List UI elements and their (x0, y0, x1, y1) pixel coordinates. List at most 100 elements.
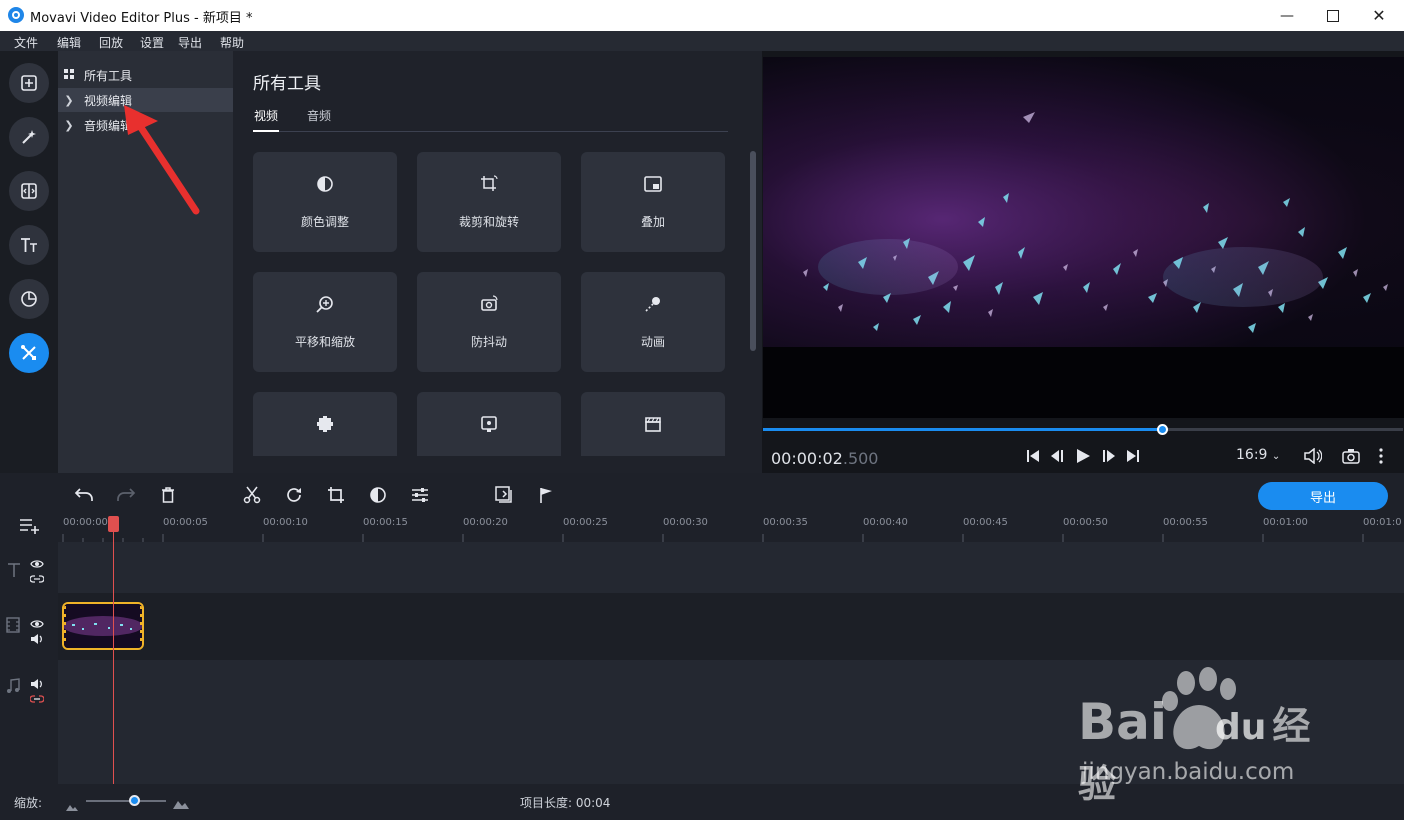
title-bar: Movavi Video Editor Plus - 新项目 * — ✕ (0, 0, 1404, 31)
play-button[interactable] (1073, 446, 1093, 466)
step-back-icon (1051, 450, 1063, 462)
menu-bar: 文件 编辑 回放 设置 导出 帮助 (0, 31, 1404, 51)
tool-tile-label: 裁剪和旋转 (458, 215, 519, 229)
color-icon (370, 487, 386, 503)
titles-button[interactable] (9, 225, 49, 265)
crop-button[interactable] (325, 484, 347, 506)
zoom-in-icon (173, 801, 189, 809)
export-button[interactable]: 导出 (1258, 482, 1388, 510)
tool-tile-clapper[interactable] (581, 392, 725, 456)
play-icon (1077, 449, 1090, 463)
rotate-button[interactable] (283, 484, 305, 506)
clip-thumbnail (64, 604, 142, 648)
add-track-button[interactable] (19, 518, 41, 538)
tool-tile-label: 平移和缩放 (294, 335, 355, 349)
video-track-icon (6, 617, 20, 637)
video-track-mute-toggle[interactable] (30, 629, 44, 648)
watermark-brand: Bai du 经验 (1078, 693, 1348, 809)
overlay-icon (644, 176, 662, 192)
video-clip[interactable] (62, 602, 144, 650)
speaker-icon (31, 634, 42, 644)
color-adjust-icon (317, 176, 333, 192)
menu-settings[interactable]: 设置 (140, 34, 164, 51)
tree-item-label: 所有工具 (84, 68, 133, 83)
tool-tile-label: 颜色调整 (300, 215, 349, 229)
prev-frame-button[interactable] (1047, 446, 1067, 466)
next-frame-button[interactable] (1099, 446, 1119, 466)
redo-button[interactable] (115, 484, 137, 506)
more-options-button[interactable] (1371, 446, 1391, 466)
maximize-button[interactable] (1310, 0, 1356, 31)
aspect-ratio-select[interactable]: 16:9 ⌄ (1236, 447, 1280, 463)
title-track-icon (7, 562, 21, 582)
transitions-button[interactable] (9, 171, 49, 211)
zoom-out-button[interactable] (66, 796, 78, 815)
titles-icon (21, 238, 37, 252)
menu-export[interactable]: 导出 (178, 34, 202, 51)
delete-button[interactable] (157, 484, 179, 506)
volume-button[interactable] (1303, 446, 1323, 466)
tool-tiles-grid: 颜色调整 裁剪和旋转 叠加 平移和缩放 防抖动 动画 (233, 151, 748, 456)
undo-button[interactable] (73, 484, 95, 506)
tool-tile-blur[interactable] (253, 392, 397, 456)
marker-button[interactable] (535, 484, 557, 506)
seek-handle[interactable] (1156, 424, 1168, 435)
audio-track-link-toggle[interactable] (29, 689, 45, 708)
menu-help[interactable]: 帮助 (220, 34, 244, 51)
watermark-du-text: du (1215, 707, 1267, 748)
tool-tile-stabilize[interactable]: 防抖动 (417, 272, 561, 372)
tool-tile-animation[interactable]: 动画 (581, 272, 725, 372)
timeline-ruler[interactable]: 00:00:00 00:00:05 00:00:10 00:00:15 00:0… (58, 514, 1404, 542)
tools-button[interactable] (9, 333, 49, 373)
tab-video[interactable]: 视频 (254, 107, 278, 124)
tool-tile-pan-zoom[interactable]: 平移和缩放 (253, 272, 397, 372)
timecode-ms: .500 (842, 449, 879, 468)
minimize-button[interactable]: — (1264, 0, 1310, 31)
menu-playback[interactable]: 回放 (99, 34, 123, 51)
tab-audio[interactable]: 音频 (307, 107, 331, 124)
tools-scrollbar[interactable] (750, 151, 756, 351)
project-length: 项目长度: 00:04 (520, 796, 611, 810)
skip-end-icon (1127, 450, 1139, 462)
import-button[interactable] (9, 63, 49, 103)
tool-tile-overlay[interactable]: 叠加 (581, 152, 725, 252)
add-track-icon (20, 519, 39, 534)
chevron-right-icon: ❯ (64, 118, 74, 132)
zoom-slider-handle[interactable] (129, 795, 140, 806)
animation-icon (645, 297, 660, 312)
clip-properties-button[interactable] (409, 484, 431, 506)
tab-divider (253, 131, 728, 132)
maximize-icon (1327, 9, 1339, 22)
title-track-link-toggle[interactable] (29, 569, 45, 588)
blur-icon (317, 416, 333, 432)
menu-file[interactable]: 文件 (14, 34, 38, 51)
annotation-arrow-icon (124, 105, 200, 215)
filters-button[interactable] (9, 117, 49, 157)
go-to-start-button[interactable] (1023, 446, 1043, 466)
menu-edit[interactable]: 编辑 (57, 34, 81, 51)
zoom-in-button[interactable] (173, 794, 189, 813)
undo-icon (74, 488, 93, 501)
zoom-label: 缩放: (14, 796, 43, 810)
video-track[interactable] (58, 593, 1404, 660)
playhead-handle[interactable] (108, 516, 119, 532)
tool-tile-crop-rotate[interactable]: 裁剪和旋转 (417, 152, 561, 252)
timecode-main: 00:00:02 (771, 449, 843, 468)
tool-tile-highlight[interactable] (417, 392, 561, 456)
export-frame-icon (495, 486, 512, 503)
chevron-down-icon: ⌄ (1271, 451, 1281, 462)
title-track[interactable] (58, 542, 1404, 593)
snapshot-button[interactable] (1341, 446, 1361, 466)
tree-item-all-tools[interactable]: 所有工具 (58, 63, 233, 87)
go-to-end-button[interactable] (1123, 446, 1143, 466)
export-frame-button[interactable] (493, 484, 515, 506)
stickers-button[interactable] (9, 279, 49, 319)
cut-button[interactable] (241, 484, 263, 506)
preview-panel: 00:00:02.500 16:9 ⌄ (762, 51, 1404, 473)
tool-tile-color-adjust[interactable]: 颜色调整 (253, 152, 397, 252)
color-button[interactable] (367, 484, 389, 506)
close-button[interactable]: ✕ (1356, 0, 1402, 31)
zoom-slider[interactable] (86, 800, 166, 802)
chevron-right-icon: ❯ (64, 93, 74, 107)
seek-bar[interactable] (763, 424, 1403, 435)
